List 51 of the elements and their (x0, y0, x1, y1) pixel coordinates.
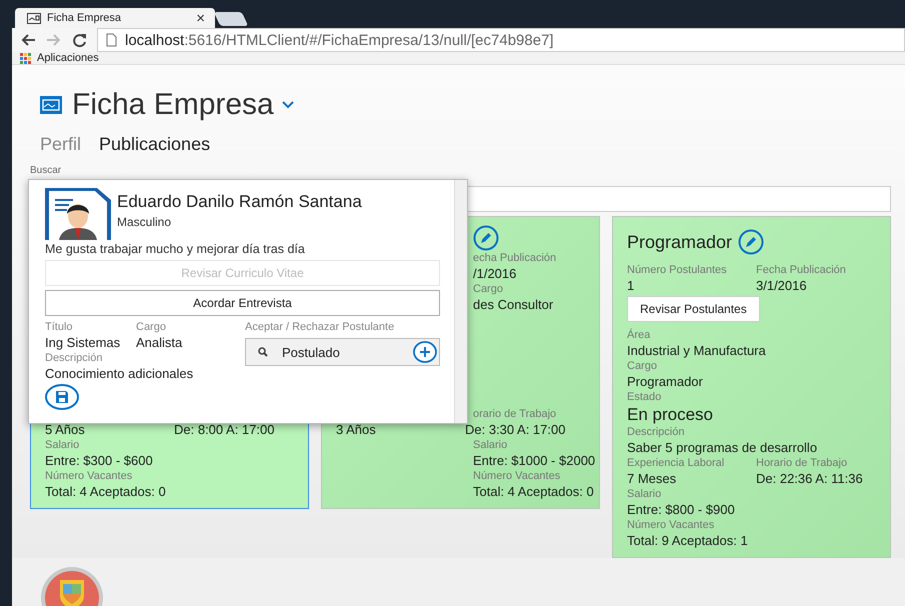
applicant-name: Eduardo Danilo Ramón Santana (117, 192, 362, 212)
field-label: echa Publicación (472, 251, 558, 266)
field-label: Salario (45, 438, 80, 453)
field-label: Cargo (627, 359, 658, 374)
field-value: Programador (627, 374, 704, 390)
field-value: Entre: $800 - $900 (627, 502, 736, 518)
field-value: des Consultor (472, 297, 554, 313)
field-value: 3/1/2016 (756, 278, 808, 294)
applicant-summary: Me gusta trabajar mucho y mejorar día tras día (45, 242, 306, 256)
field-label: Número Vacantes (627, 518, 716, 533)
field-label: Estado (627, 390, 662, 405)
field-value: Ing Sistemas (45, 335, 122, 351)
field-label: Cargo (136, 320, 167, 335)
field-label: Experiencia Laboral (627, 456, 726, 471)
field-value: Conocimiento adicionales (45, 366, 194, 382)
field-label: Área (627, 328, 652, 343)
field-label: Aceptar / Rechazar Postulante (245, 320, 396, 335)
card-title: Programador (627, 232, 732, 252)
field-label: Cargo (472, 282, 504, 297)
field-value: Analista (136, 335, 184, 351)
applicant-gender: Masculino (117, 215, 172, 229)
field-value: Total: 4 Aceptados: 0 (45, 484, 167, 500)
field-label: Fecha Publicación (756, 263, 847, 278)
field-value: Industrial y Manufactura (627, 343, 767, 359)
field-value: En proceso (627, 405, 714, 425)
field-value: Entre: $300 - $600 (45, 453, 154, 469)
field-label: Salario (627, 487, 662, 502)
field-value: Total: 9 Aceptados: 1 (627, 533, 749, 549)
field-label: Número Vacantes (472, 469, 562, 484)
field-value: De: 3:30 A: 17:00 (465, 422, 566, 438)
field-value: Entre: $1000 - $2000 (472, 453, 596, 469)
field-label: Horario de Trabajo (756, 456, 848, 471)
field-value: 7 Meses (627, 471, 678, 487)
field-label: Número Vacantes (45, 469, 134, 484)
field-label: Salario (472, 438, 508, 453)
field-value: /1/2016 (472, 266, 518, 282)
field-value: 5 Años (45, 422, 86, 438)
field-label: orario de Trabajo (472, 407, 558, 422)
field-label: Descripción (627, 425, 686, 440)
search-label: Buscar (29, 164, 62, 177)
field-value: De: 8:00 A: 17:00 (174, 422, 276, 438)
field-value: Saber 5 programas de desarrollo (627, 440, 818, 456)
field-value: De: 22:36 A: 11:36 (756, 471, 864, 487)
page-title: Ficha Empresa (72, 88, 274, 122)
tab-title: Ficha Empresa (47, 12, 122, 24)
field-value: 3 Años (336, 422, 377, 438)
field-label: Título (45, 320, 74, 335)
field-label: Descripción (45, 351, 104, 366)
field-value: 1 (627, 278, 636, 294)
field-label: Número Postulantes (627, 263, 728, 278)
field-value: Total: 4 Aceptados: 0 (472, 484, 594, 500)
